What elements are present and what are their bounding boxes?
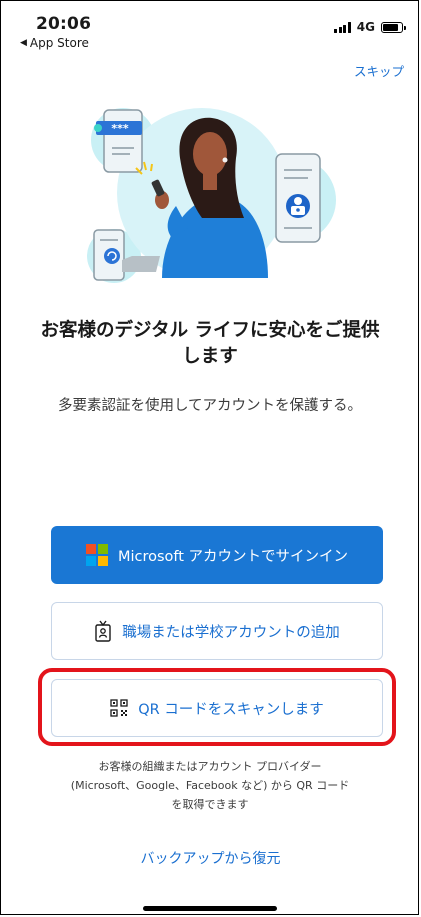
scan-qr-code-button[interactable]: QR コードをスキャンします (51, 679, 383, 737)
back-app-label: App Store (29, 36, 89, 50)
subtext: 多要素認証を使用してアカウントを保護する。 (57, 398, 363, 414)
network-type: 4G (356, 20, 375, 34)
headline-line-2: します (182, 346, 238, 367)
status-indicators: 4G (334, 20, 406, 34)
work-school-label: 職場または学校アカウントの追加 (122, 624, 340, 641)
status-time: 20:06 (36, 14, 92, 34)
qr-code-icon (110, 699, 128, 717)
headline-line-1: お客様のデジタル ライフに安心をご提供 (40, 320, 380, 341)
qr-help-note: お客様の組織またはアカウント プロバイダー (Microsoft、Google、… (20, 757, 400, 814)
back-triangle-icon: ◀ (20, 38, 27, 48)
note-line-3: を取得できます (171, 798, 249, 811)
restore-from-backup-link[interactable]: バックアップから復元 (0, 848, 421, 868)
hero-illustration: *** (87, 108, 336, 283)
scan-qr-label: QR コードをスキャンします (138, 701, 324, 718)
home-indicator[interactable] (143, 906, 277, 911)
signal-icon (334, 21, 351, 33)
add-work-school-account-button[interactable]: 職場または学校アカウントの追加 (51, 602, 383, 660)
id-badge-icon (95, 620, 111, 642)
skip-button[interactable]: スキップ (354, 61, 404, 80)
back-to-app-store[interactable]: ◀ App Store (20, 36, 89, 50)
password-mask: *** (111, 122, 129, 135)
microsoft-signin-label: Microsoft アカウントでサインイン (117, 548, 349, 565)
headline: お客様のデジタル ライフに安心をご提供 します (30, 318, 390, 370)
note-line-2: (Microsoft、Google、Facebook など) から QR コード (70, 779, 350, 792)
microsoft-logo-icon (85, 544, 108, 566)
battery-icon (381, 21, 406, 33)
note-line-1: お客様の組織またはアカウント プロバイダー (98, 760, 322, 773)
microsoft-signin-button[interactable]: Microsoft アカウントでサインイン (51, 526, 383, 584)
